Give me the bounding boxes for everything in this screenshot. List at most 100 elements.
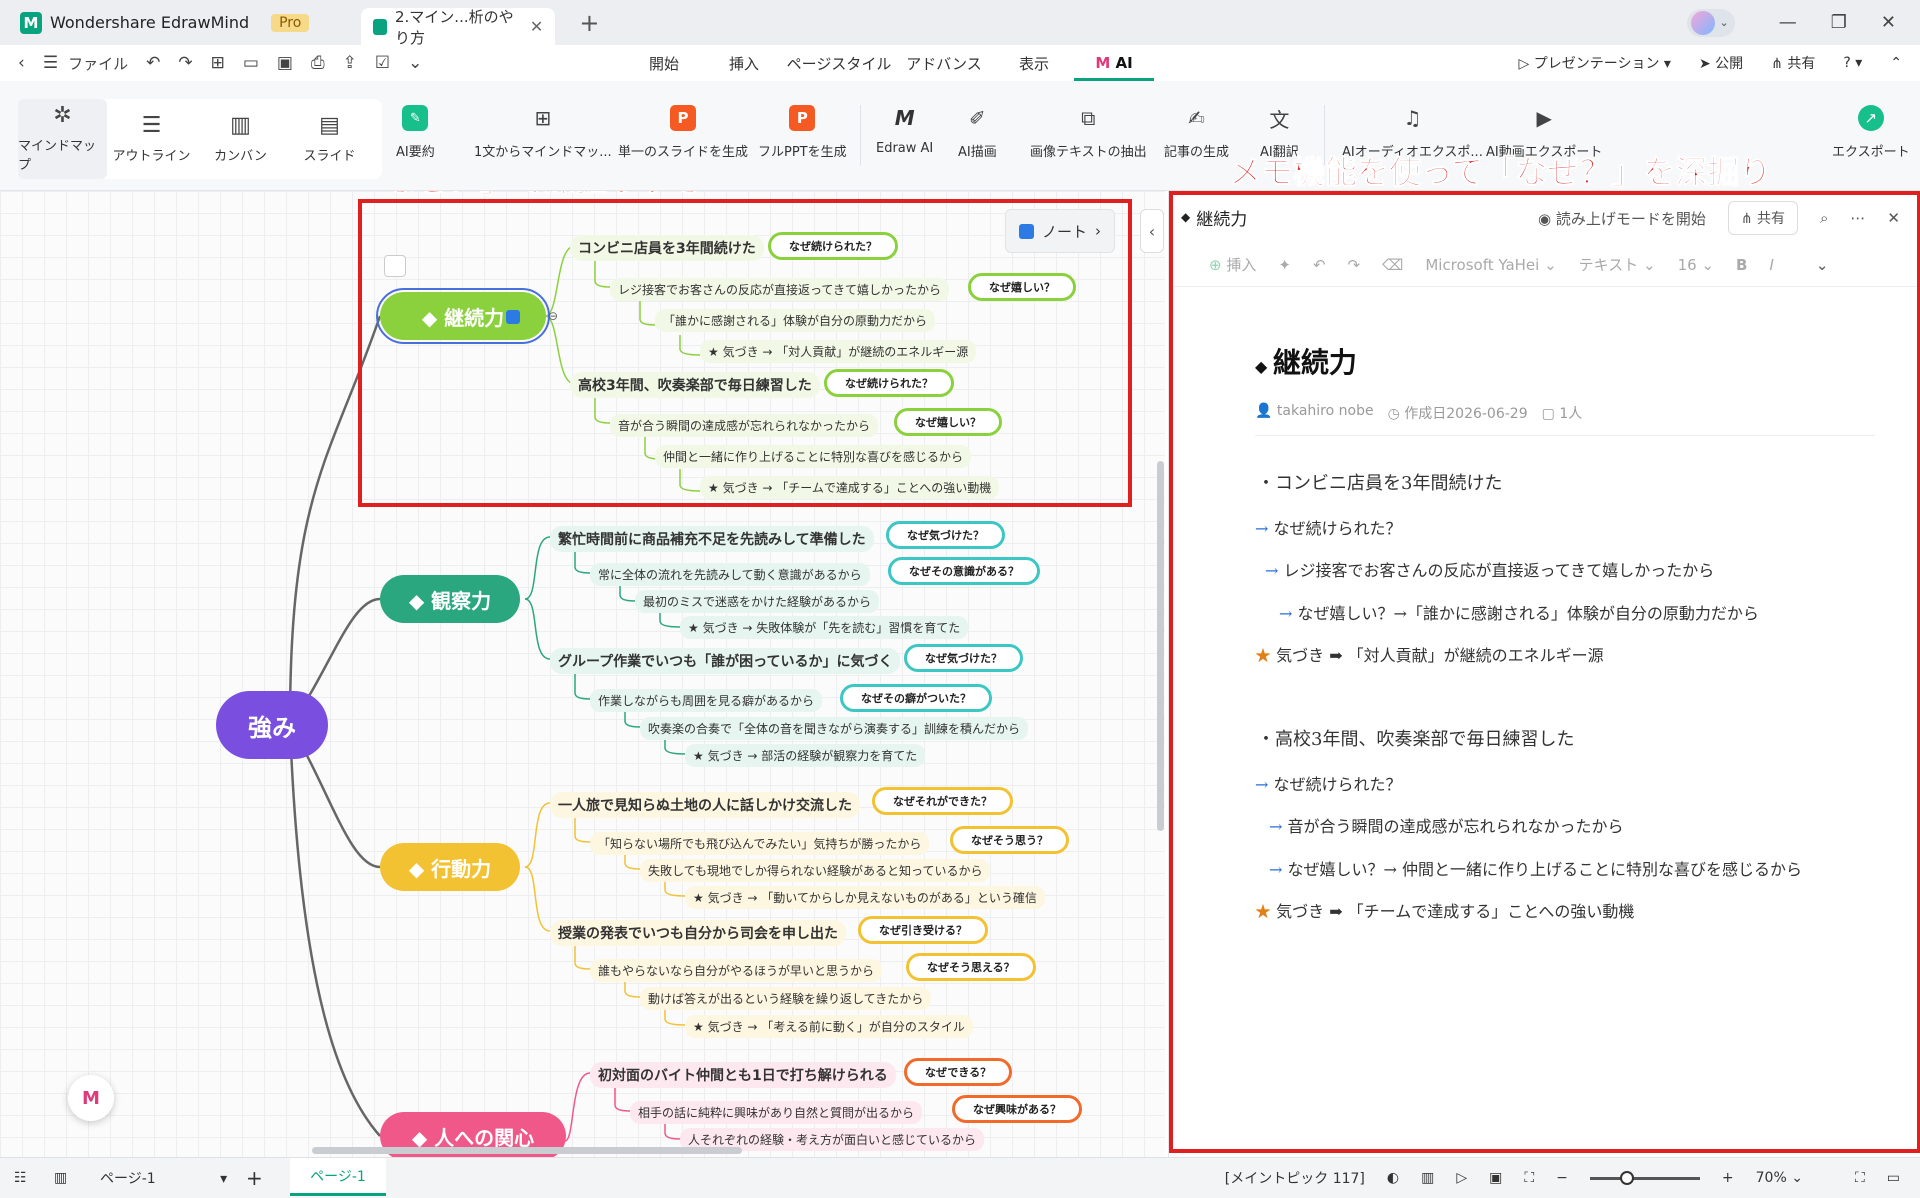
publish-button[interactable]: ➤ 公開 — [1699, 53, 1743, 73]
help-icon[interactable]: ? ▾ — [1843, 55, 1862, 71]
checklist-icon[interactable]: ☑ — [375, 53, 390, 73]
theme-icon[interactable]: ◐ — [1387, 1170, 1399, 1186]
t2-sub-1-tag[interactable]: なぜ気づけた？ — [886, 521, 1005, 549]
t4-detail-1-tag[interactable]: なぜ興味がある？ — [952, 1095, 1082, 1123]
t3-sub-2[interactable]: 授業の発表でいつも自分から司会を申し出た — [550, 920, 846, 946]
view-kanban-button[interactable]: ▥ カンバン — [196, 99, 285, 179]
t3-detail-6[interactable]: ★ 気づき → 「考える前に動く」が自分のスタイル — [685, 1015, 973, 1038]
t4-sub-1[interactable]: 初対面のバイト仲間とも1日で打ち解けられる — [590, 1062, 896, 1088]
export-button[interactable]: ↗ エクスポート — [1832, 105, 1910, 160]
view-mindmap-button[interactable]: ✲ マインドマップ — [18, 99, 107, 179]
tab-start[interactable]: 開始 — [624, 53, 704, 74]
t2-detail-6[interactable]: ★ 気づき → 部活の経験が観察力を育てた — [685, 744, 926, 767]
tab-page-style[interactable]: ページスタイル — [784, 53, 894, 74]
undo-icon[interactable]: ↶ — [146, 53, 160, 73]
t2-sub-2-tag[interactable]: なぜ気づけた？ — [904, 644, 1023, 672]
minimize-icon[interactable]: — — [1779, 12, 1797, 33]
note-line-1[interactable]: ・コンビニ店員を3年間続けた — [1257, 469, 1502, 495]
collapse-toggle-icon[interactable]: ⊖ — [548, 309, 558, 323]
zoom-slider[interactable] — [1589, 1170, 1700, 1185]
redo-icon[interactable]: ↷ — [178, 53, 192, 73]
page-select[interactable]: ページ-1 ▾ — [100, 1168, 227, 1188]
export-icon[interactable]: ⇪ — [343, 53, 357, 73]
t2-detail-1[interactable]: 常に全体の流れを先読みして動く意識があるから — [590, 563, 870, 586]
view-outline-button[interactable]: ☰ アウトライン — [107, 99, 196, 179]
tab-advanced[interactable]: アドバンス — [894, 53, 994, 74]
tab-ai[interactable]: M AI — [1074, 45, 1154, 81]
avatar[interactable]: ⌄ — [1686, 8, 1735, 37]
app-tab[interactable]: M Wondershare EdrawMind Pro — [0, 0, 321, 45]
t1-detail-1[interactable]: レジ接客でお客さんの反応が直接返ってきて嬉しかったから — [610, 278, 950, 301]
t1-detail-1-tag[interactable]: なぜ嬉しい？ — [968, 273, 1076, 301]
close-window-icon[interactable]: ✕ — [1881, 12, 1896, 33]
note-button[interactable]: ノート › — [1005, 209, 1115, 253]
main-topic-2[interactable]: ◆ 観察力 — [380, 575, 520, 623]
presentation-button[interactable]: ▷ プレゼンテーション ▾ — [1519, 53, 1671, 73]
t3-sub-1[interactable]: 一人旅で見知らぬ土地の人に話しかけ交流した — [550, 792, 860, 818]
open-folder-icon[interactable]: ▭ — [243, 53, 259, 73]
t1-detail-2[interactable]: 「誰かに感謝される」体験が自分の原動力だから — [655, 309, 936, 332]
fullscreen-icon[interactable]: ⛶ — [1855, 1170, 1865, 1186]
t2-sub-1[interactable]: 繁忙時間前に商品補充不足を先読みして準備した — [550, 526, 874, 552]
document-tab[interactable]: 2.マイン...析のやり方 ✕ — [361, 8, 556, 47]
t4-detail-1[interactable]: 相手の話に純粋に興味があり自然と質問が出るから — [630, 1101, 923, 1124]
t2-detail-4[interactable]: 作業しながらも周囲を見る癖があるから — [590, 689, 823, 712]
zoom-in-icon[interactable]: + — [1722, 1170, 1734, 1186]
tab-insert[interactable]: 挿入 — [704, 53, 784, 74]
expand-handle-icon[interactable] — [384, 255, 406, 277]
t1-sub-1[interactable]: コンビニ店員を3年間続けた — [570, 235, 764, 261]
save-icon[interactable]: ▣ — [277, 53, 293, 73]
t3-sub-1-tag[interactable]: なぜそれができた？ — [872, 787, 1013, 815]
share-button[interactable]: ⋔ 共有 — [1771, 53, 1815, 73]
fit-page-icon[interactable]: ▣ — [1489, 1170, 1502, 1186]
file-menu[interactable]: ファイル — [68, 53, 128, 74]
page-view-icon[interactable]: ▥ — [54, 1170, 67, 1186]
note-line-2[interactable]: → なぜ続けられた？ — [1255, 515, 1402, 539]
note-line-10[interactable]: ★ 気づき ➡ 「チームで達成する」ことへの強い動機 — [1255, 898, 1634, 922]
t2-detail-1-tag[interactable]: なぜその意識がある？ — [888, 557, 1040, 585]
t2-detail-2[interactable]: 最初のミスで迷惑をかけた経験があるから — [635, 590, 880, 613]
new-tab-plus-icon[interactable]: + — [579, 9, 599, 37]
main-topic-1[interactable]: ◆ 継続力 — [376, 288, 550, 344]
t3-sub-2-tag[interactable]: なぜ引き受ける？ — [858, 916, 988, 944]
t2-detail-4-tag[interactable]: なぜその癖がついた？ — [840, 684, 992, 712]
page-tab-active[interactable]: ページ-1 — [290, 1158, 386, 1196]
collapse-panel-button[interactable]: ‹ — [1140, 209, 1164, 253]
t3-detail-5[interactable]: 動けば答えが出るという経験を繰り返してきたから — [640, 987, 932, 1010]
t3-detail-3[interactable]: ★ 気づき → 「動いてからしか見えないものがある」という確信 — [685, 886, 1045, 909]
ai-summary-button[interactable]: ✎ AI要約 — [396, 105, 435, 160]
note-line-4[interactable]: → なぜ嬉しい？→「誰かに感謝される」体験が自分の原動力だから — [1279, 600, 1759, 624]
t1-sub-2-tag[interactable]: なぜ続けられた？ — [824, 369, 954, 397]
sidebar-toggle-icon[interactable]: ☷ — [14, 1170, 27, 1186]
full-ppt-button[interactable]: P フルPPTを生成 — [758, 105, 847, 160]
t3-detail-1[interactable]: 「知らない場所でも飛び込んでみたい」気持ちが勝ったから — [590, 832, 930, 855]
back-icon[interactable]: ‹ — [18, 53, 25, 73]
horizontal-scrollbar[interactable] — [312, 1147, 742, 1154]
note-line-3[interactable]: → レジ接客でお客さんの反応が直接返ってきて嬉しかったから — [1265, 557, 1714, 581]
new-file-icon[interactable]: ⊞ — [211, 53, 225, 73]
close-tab-icon[interactable]: ✕ — [530, 17, 543, 36]
note-attached-icon[interactable] — [506, 310, 520, 324]
central-topic[interactable]: 強み — [216, 691, 328, 759]
ai-drawing-button[interactable]: ✐ AI描画 — [958, 105, 997, 160]
zoom-thumb[interactable] — [1619, 1170, 1634, 1185]
play-icon[interactable]: ▷ — [1456, 1170, 1467, 1186]
book-view-icon[interactable]: ▥ — [1421, 1170, 1434, 1186]
note-line-5[interactable]: ★ 気づき ➡ 「対人貢献」が継続のエネルギー源 — [1255, 642, 1604, 666]
edraw-ai-button[interactable]: M Edraw AI — [876, 105, 933, 156]
sentence-to-mindmap-button[interactable]: ⊞ 1文からマインドマッ... — [474, 105, 612, 160]
note-line-8[interactable]: → 音が合う瞬間の達成感が忘れられなかったから — [1269, 813, 1624, 837]
t3-detail-4-tag[interactable]: なぜそう思える？ — [906, 953, 1036, 981]
t1-detail-5[interactable]: 仲間と一緒に作り上げることに特別な喜びを感じるから — [655, 445, 972, 468]
view-slide-button[interactable]: ▤ スライド — [285, 99, 374, 179]
t2-detail-3[interactable]: ★ 気づき → 失敗体験が「先を読む」習慣を育てた — [680, 616, 969, 639]
mindmap-canvas[interactable]: 「なぜ？」で深掘りする ノート › ‹ 強み ◆ 継続力 ⊖ コンビニ店員を3年… — [0, 191, 1165, 1157]
more-dropdown-icon[interactable]: ⌄ — [408, 53, 422, 73]
t1-sub-2[interactable]: 高校3年間、吹奏楽部で毎日練習した — [570, 372, 820, 398]
fit-screen-icon[interactable]: ⛶ — [1524, 1170, 1534, 1186]
note-line-6[interactable]: ・高校3年間、吹奏楽部で毎日練習した — [1257, 725, 1574, 751]
t3-detail-2[interactable]: 失敗しても現地でしか得られない経験があると知っているから — [640, 859, 991, 882]
t1-detail-4[interactable]: 音が合う瞬間の達成感が忘れられなかったから — [610, 414, 879, 437]
zoom-level[interactable]: 70% ⌄ — [1756, 1170, 1803, 1186]
hamburger-menu-icon[interactable]: ☰ — [43, 53, 58, 73]
